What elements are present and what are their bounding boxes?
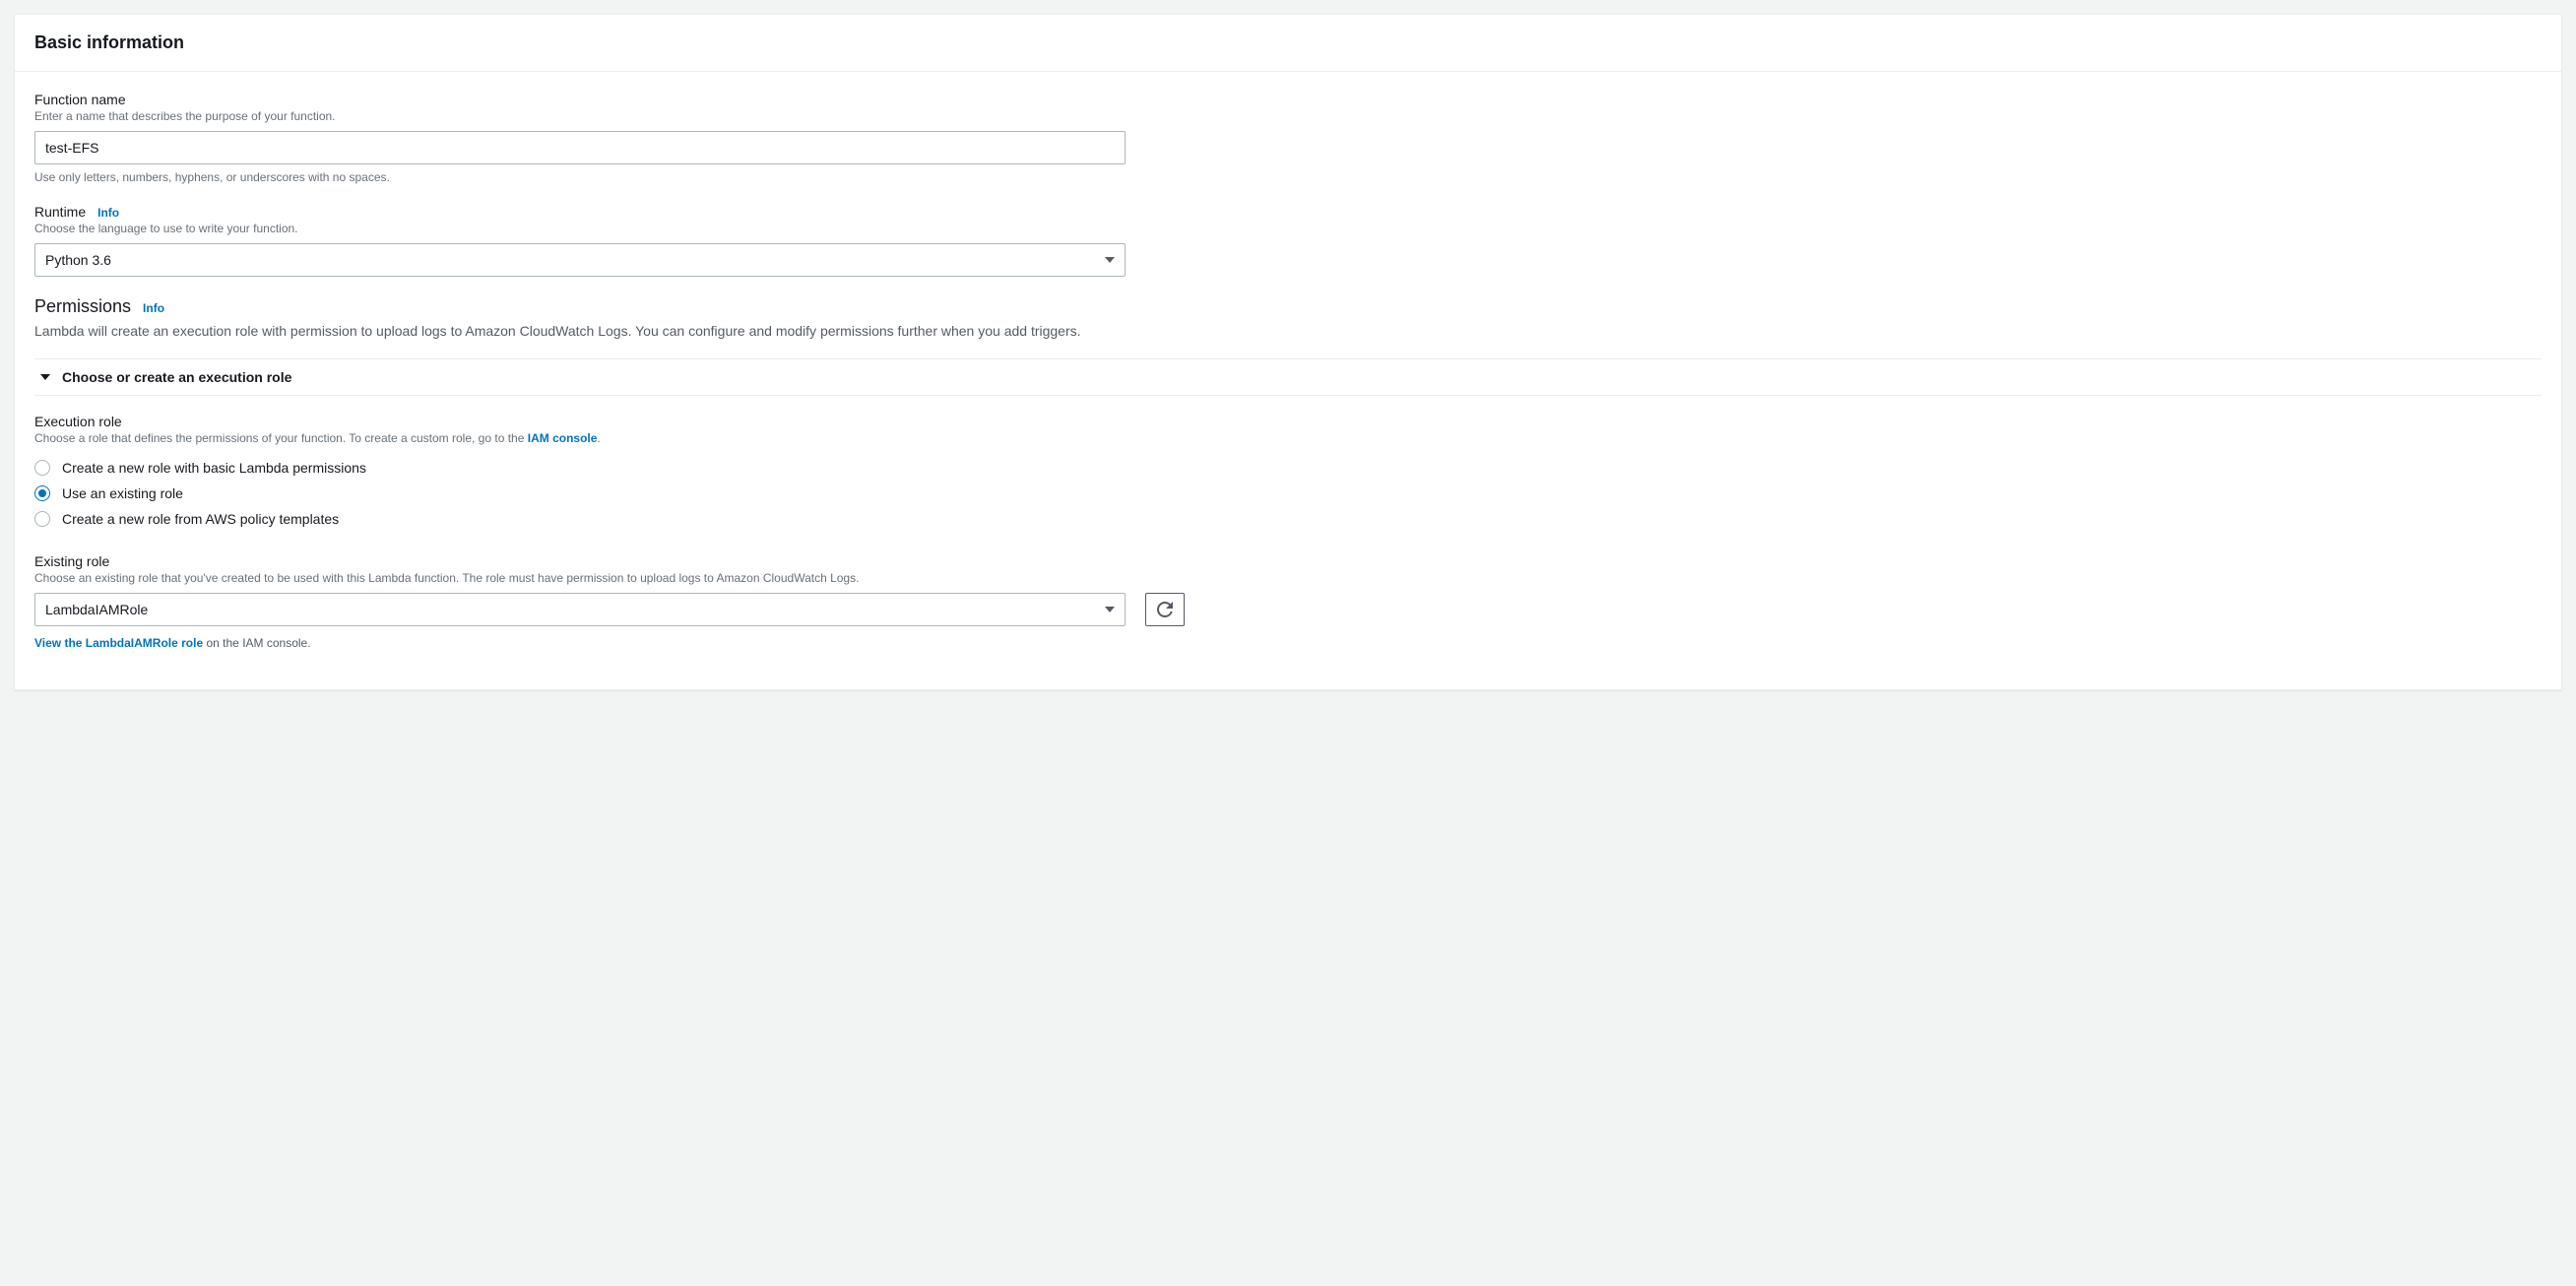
panel-title: Basic information	[34, 32, 2542, 53]
function-name-label: Function name	[34, 92, 126, 107]
view-role-suffix: on the IAM console.	[203, 636, 310, 650]
runtime-selected-value: Python 3.6	[45, 252, 1097, 268]
execution-role-radio-group: Create a new role with basic Lambda perm…	[34, 455, 2542, 532]
runtime-group: Runtime Info Choose the language to use …	[34, 204, 2542, 277]
runtime-hint: Choose the language to use to write your…	[34, 222, 2542, 235]
runtime-info-link[interactable]: Info	[97, 206, 119, 220]
permissions-heading: Permissions	[34, 296, 131, 317]
execution-role-section: Execution role Choose a role that define…	[34, 414, 2542, 532]
radio-use-existing[interactable]: Use an existing role	[34, 481, 2542, 506]
existing-role-label: Existing role	[34, 553, 109, 569]
refresh-icon	[1157, 602, 1173, 617]
radio-label: Create a new role with basic Lambda perm…	[62, 460, 366, 476]
caret-down-icon	[1105, 257, 1115, 263]
caret-down-icon	[40, 374, 50, 380]
execution-role-expander[interactable]: Choose or create an execution role	[34, 358, 2542, 396]
view-role-link[interactable]: View the LambdaIAMRole role	[34, 636, 203, 650]
function-name-input[interactable]	[45, 140, 1115, 156]
function-name-hint: Enter a name that describes the purpose …	[34, 109, 2542, 123]
permissions-group: Permissions Info Lambda will create an e…	[34, 296, 2542, 650]
radio-create-new-basic[interactable]: Create a new role with basic Lambda perm…	[34, 455, 2542, 481]
panel-body: Function name Enter a name that describe…	[15, 72, 2561, 689]
permissions-info-link[interactable]: Info	[143, 301, 164, 315]
permissions-description: Lambda will create an execution role wit…	[34, 323, 2542, 339]
function-name-group: Function name Enter a name that describe…	[34, 92, 2542, 184]
view-role-row: View the LambdaIAMRole role on the IAM c…	[34, 636, 2542, 650]
existing-role-selected-value: LambdaIAMRole	[45, 602, 1097, 617]
existing-role-select[interactable]: LambdaIAMRole	[34, 593, 1126, 626]
function-name-helper: Use only letters, numbers, hyphens, or u…	[34, 170, 2542, 184]
radio-create-from-template[interactable]: Create a new role from AWS policy templa…	[34, 506, 2542, 532]
caret-down-icon	[1105, 607, 1115, 612]
radio-label: Create a new role from AWS policy templa…	[62, 511, 339, 527]
execution-role-hint-prefix: Choose a role that defines the permissio…	[34, 431, 528, 445]
iam-console-link[interactable]: IAM console	[528, 431, 598, 445]
execution-role-hint: Choose a role that defines the permissio…	[34, 431, 2542, 445]
basic-information-panel: Basic information Function name Enter a …	[14, 14, 2562, 690]
existing-role-hint: Choose an existing role that you've crea…	[34, 571, 2542, 585]
panel-header: Basic information	[15, 15, 2561, 72]
function-name-input-wrapper[interactable]	[34, 131, 1126, 164]
radio-icon	[34, 485, 50, 501]
execution-role-hint-suffix: .	[597, 431, 600, 445]
refresh-button[interactable]	[1145, 593, 1185, 626]
radio-label: Use an existing role	[62, 485, 183, 501]
execution-role-label: Execution role	[34, 414, 122, 429]
runtime-select[interactable]: Python 3.6	[34, 243, 1126, 277]
runtime-label: Runtime	[34, 204, 86, 220]
radio-icon	[34, 511, 50, 527]
radio-icon	[34, 460, 50, 476]
expander-label: Choose or create an execution role	[62, 369, 291, 385]
existing-role-section: Existing role Choose an existing role th…	[34, 553, 2542, 650]
